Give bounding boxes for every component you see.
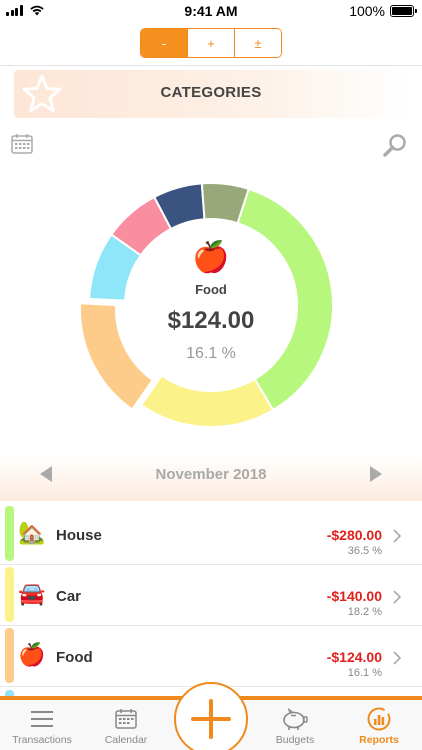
calendar-icon bbox=[115, 709, 137, 729]
category-row-food[interactable]: 🍎 Food -$124.00 16.1 % bbox=[0, 626, 422, 687]
tab-calendar[interactable]: Calendar bbox=[84, 706, 168, 746]
category-percent: 16.1 % bbox=[347, 667, 382, 679]
car-icon: 🚘 bbox=[18, 581, 46, 606]
category-name: Car bbox=[56, 588, 82, 605]
category-name: Food bbox=[56, 649, 93, 666]
apple-icon: 🍎 bbox=[18, 642, 46, 667]
search-icon[interactable] bbox=[382, 132, 408, 158]
next-month-arrow-icon[interactable] bbox=[368, 465, 384, 483]
category-color-bar bbox=[5, 506, 14, 561]
calendar-icon[interactable] bbox=[10, 132, 34, 156]
chevron-right-icon bbox=[393, 529, 402, 543]
category-percent: 18.2 % bbox=[347, 606, 382, 618]
status-bar: 9:41 AM 100% bbox=[0, 0, 422, 22]
header-banner: CATEGORIES bbox=[14, 70, 408, 118]
balance-segment[interactable]: ± bbox=[235, 29, 281, 57]
piggy-bank-icon bbox=[283, 707, 308, 730]
add-transaction-button[interactable] bbox=[174, 682, 248, 750]
month-navigator: November 2018 bbox=[0, 455, 422, 501]
tab-budgets[interactable]: Budgets bbox=[253, 706, 337, 746]
category-amount: -$280.00 bbox=[326, 527, 382, 543]
divider bbox=[0, 65, 422, 66]
tab-label: Budgets bbox=[275, 734, 315, 746]
category-color-bar bbox=[5, 628, 14, 683]
chevron-right-icon bbox=[393, 590, 402, 604]
category-name: House bbox=[56, 527, 102, 544]
category-row-car[interactable]: 🚘 Car -$140.00 18.2 % bbox=[0, 565, 422, 626]
chevron-right-icon bbox=[393, 651, 402, 665]
plus-icon bbox=[191, 699, 231, 739]
income-segment[interactable]: + bbox=[188, 29, 235, 57]
category-amount: -$140.00 bbox=[326, 588, 382, 604]
category-row-house[interactable]: 🏡 House -$280.00 36.5 % bbox=[0, 504, 422, 565]
category-percent: 36.5 % bbox=[347, 545, 382, 557]
donut-slice-car[interactable] bbox=[139, 374, 275, 428]
month-label: November 2018 bbox=[155, 466, 267, 483]
selected-category-summary: 🍎 Food $124.00 16.1 % bbox=[126, 240, 296, 363]
battery-text: 100% bbox=[349, 3, 385, 19]
tab-label: Reports bbox=[359, 734, 399, 746]
page-title: CATEGORIES bbox=[160, 84, 262, 101]
battery-level bbox=[392, 7, 412, 15]
selected-category-name: Food bbox=[195, 282, 227, 297]
tab-reports[interactable]: Reports bbox=[337, 706, 421, 746]
house-icon: 🏡 bbox=[18, 520, 46, 545]
status-right: 100% bbox=[349, 3, 417, 19]
list-icon bbox=[31, 711, 53, 727]
expense-segment[interactable]: - bbox=[141, 29, 188, 57]
tab-transactions[interactable]: Transactions bbox=[0, 706, 84, 746]
category-list: 🏡 House -$280.00 36.5 % 🚘 Car -$140.00 1… bbox=[0, 504, 422, 687]
battery-icon bbox=[390, 5, 417, 17]
apple-icon: 🍎 bbox=[192, 241, 230, 274]
selected-category-percent: 16.1 % bbox=[186, 345, 236, 362]
reports-icon bbox=[367, 707, 391, 731]
tab-label: Transactions bbox=[12, 734, 72, 746]
category-color-bar bbox=[5, 567, 14, 622]
category-amount: -$124.00 bbox=[326, 649, 382, 665]
tab-label: Calendar bbox=[104, 734, 148, 746]
transaction-type-toggle: - + ± bbox=[140, 28, 282, 58]
selected-category-amount: $124.00 bbox=[167, 307, 255, 334]
